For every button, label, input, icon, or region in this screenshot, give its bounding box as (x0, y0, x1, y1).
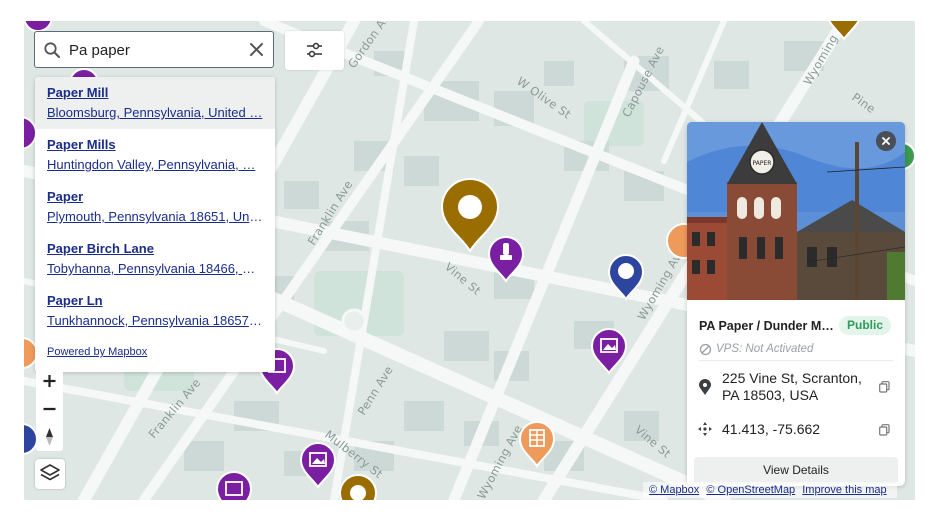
location-pin-icon (699, 379, 711, 395)
address-line-1: 225 Vine St, Scranton, (722, 370, 862, 386)
improve-map-link[interactable]: Improve this map (802, 484, 886, 496)
suggestion-item[interactable]: Paper Ln Tunkhannock, Pennsylvania 18657… (35, 285, 275, 337)
suggestion-item[interactable]: Paper Mills Huntingdon Valley, Pennsylva… (35, 129, 275, 181)
suggestion-name[interactable]: Paper Mills (47, 137, 116, 152)
suggestion-name[interactable]: Paper (47, 189, 83, 204)
place-title: PA Paper / Dunder Mi… (699, 319, 837, 333)
layers-icon (40, 464, 60, 481)
view-details-button[interactable]: View Details (694, 457, 898, 484)
building-sign: PAPER (753, 160, 772, 167)
map-attribution: © Mapbox © OpenStreetMap Improve this ma… (643, 482, 897, 498)
suggestion-item[interactable]: Paper Plymouth, Pennsylvania 18651, Unit… (35, 181, 275, 233)
suggestion-item[interactable]: Paper Birch Lane Tobyhanna, Pennsylvania… (35, 233, 275, 285)
suggestion-address[interactable]: Tobyhanna, Pennsylvania 18466, U… (47, 261, 263, 276)
zoom-out-button[interactable] (36, 395, 63, 423)
suggestion-address[interactable]: Huntingdon Valley, Pennsylvania, … (47, 157, 263, 172)
minus-icon (43, 407, 56, 411)
close-card-button[interactable] (876, 131, 896, 151)
suggestion-address[interactable]: Plymouth, Pennsylvania 18651, Unit… (47, 209, 263, 224)
place-info-card: PAPER PA Paper / Dunder Mi… Public VPS: … (687, 122, 905, 486)
zoom-in-button[interactable] (36, 367, 63, 395)
layers-button[interactable] (35, 459, 65, 489)
close-icon[interactable] (248, 41, 265, 58)
search-box[interactable] (34, 31, 274, 68)
filter-button[interactable] (285, 31, 344, 70)
compass-button[interactable] (36, 423, 63, 451)
vps-status: VPS: Not Activated (716, 343, 814, 355)
mapbox-attribution-link[interactable]: © Mapbox (649, 484, 699, 496)
suggestion-name[interactable]: Paper Ln (47, 293, 103, 308)
suggestion-address[interactable]: Tunkhannock, Pennsylvania 18657, … (47, 313, 263, 328)
suggestion-address[interactable]: Bloomsburg, Pennsylvania, United … (47, 105, 263, 120)
close-icon (882, 137, 890, 145)
suggestion-name[interactable]: Paper Mill (47, 85, 108, 100)
suggestion-item[interactable]: Paper Mill Bloomsburg, Pennsylvania, Uni… (35, 77, 275, 129)
navigation-controls (36, 367, 63, 451)
search-icon (44, 42, 60, 58)
suggestion-name[interactable]: Paper Birch Lane (47, 241, 154, 256)
map-canvas[interactable]: Gordon Ave W Olive St Capouse Ave Wyomin… (24, 21, 915, 500)
plus-icon (43, 375, 56, 387)
powered-by-link[interactable]: Powered by Mapbox (47, 346, 147, 358)
ban-icon (699, 343, 712, 356)
copy-icon[interactable] (879, 424, 890, 436)
status-badge: Public (839, 316, 892, 335)
marker-purple-image[interactable] (215, 471, 253, 500)
compass-icon (46, 428, 53, 446)
search-input[interactable] (69, 38, 239, 62)
search-suggestions: Paper Mill Bloomsburg, Pennsylvania, Uni… (35, 77, 275, 372)
place-address: 225 Vine St, Scranton, PA 18503, USA (722, 370, 872, 404)
divider (699, 360, 893, 361)
move-arrows-icon (698, 422, 712, 436)
address-line-2: PA 18503, USA (722, 387, 819, 403)
copy-icon[interactable] (879, 381, 890, 393)
sliders-icon (307, 42, 322, 58)
place-coordinates: 41.413, -75.662 (722, 421, 821, 437)
osm-attribution-link[interactable]: © OpenStreetMap (706, 484, 795, 496)
place-photo: PAPER (687, 122, 905, 300)
